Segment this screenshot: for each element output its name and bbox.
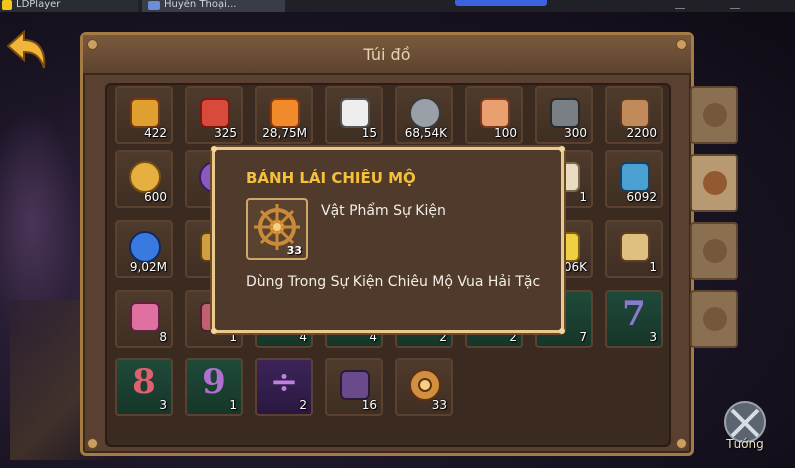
inventory-slot[interactable]: 15 bbox=[325, 86, 383, 144]
corner-ornament-icon bbox=[211, 146, 217, 152]
inventory-slot[interactable]: 83 bbox=[115, 358, 173, 416]
corner-ornament-icon bbox=[559, 146, 565, 152]
game-tab-icon bbox=[148, 1, 160, 10]
inventory-slot[interactable]: 73 bbox=[605, 290, 663, 348]
inventory-slot[interactable]: 2200 bbox=[605, 86, 663, 144]
crossed-swords-icon bbox=[703, 103, 727, 127]
corner-ornament-icon bbox=[559, 328, 565, 334]
tab-currency[interactable] bbox=[690, 290, 738, 348]
item-count: 300 bbox=[564, 126, 587, 140]
inventory-slot[interactable]: 100 bbox=[465, 86, 523, 144]
item-tooltip: BÁNH LÁI CHIÊU MỘ 33 Vật Phẩm Sự Kiện Dù… bbox=[211, 146, 565, 334]
item-count: 1 bbox=[579, 190, 587, 204]
divide-icon: ÷ bbox=[269, 362, 299, 402]
inventory-slot[interactable]: 28,75M bbox=[255, 86, 313, 144]
item-count: 68,54K bbox=[404, 126, 447, 140]
ldplayer-logo-icon bbox=[2, 0, 12, 10]
inventory-slot[interactable]: ÷ 2 bbox=[255, 358, 313, 416]
corner-ornament-icon bbox=[211, 328, 217, 334]
inventory-slot[interactable]: 9,02M bbox=[115, 220, 173, 278]
number-nine-icon: 9 bbox=[202, 362, 226, 402]
maximize-icon[interactable] bbox=[730, 0, 740, 9]
tab-fragments[interactable] bbox=[690, 222, 738, 280]
item-count: 1 bbox=[229, 398, 237, 412]
panel-title: Túi đồ bbox=[83, 35, 691, 75]
item-count: 325 bbox=[214, 126, 237, 140]
bolt-icon bbox=[87, 39, 98, 50]
inventory-slot[interactable]: 68,54K bbox=[395, 86, 453, 144]
tab-consumables[interactable] bbox=[690, 154, 738, 212]
coin-icon bbox=[703, 307, 727, 331]
item-count: 33 bbox=[431, 398, 447, 412]
item-count: 600 bbox=[144, 190, 167, 204]
item-count: 3 bbox=[159, 398, 167, 412]
inventory-slot[interactable]: 6092 bbox=[605, 150, 663, 208]
item-count: 9,02M bbox=[129, 260, 167, 274]
item-count: 100 bbox=[494, 126, 517, 140]
number-seven-icon: 7 bbox=[622, 294, 646, 334]
item-count: 8 bbox=[159, 330, 167, 344]
item-count: 2 bbox=[299, 398, 307, 412]
app-title: LDPlayer bbox=[16, 0, 61, 10]
back-arrow-icon[interactable] bbox=[4, 28, 48, 76]
item-count: 16 bbox=[361, 398, 377, 412]
item-count: 7 bbox=[579, 330, 587, 344]
tooltip-description: Dùng Trong Sự Kiện Chiêu Mộ Vua Hải Tặc bbox=[246, 274, 541, 290]
inventory-slot[interactable]: 300 bbox=[535, 86, 593, 144]
item-count: 06K bbox=[563, 260, 587, 274]
inventory-slot[interactable]: 33 bbox=[395, 358, 453, 416]
game-tab[interactable]: Huyền Thoại... bbox=[142, 0, 285, 12]
bolt-icon bbox=[87, 438, 98, 449]
inventory-slot[interactable]: 325 bbox=[185, 86, 243, 144]
inventory-slot[interactable]: 1 bbox=[605, 220, 663, 278]
item-count: 15 bbox=[361, 126, 377, 140]
inventory-slot[interactable]: 600 bbox=[115, 150, 173, 208]
tab-equipment[interactable] bbox=[690, 86, 738, 144]
puzzle-icon bbox=[703, 239, 727, 263]
potion-icon bbox=[703, 171, 727, 195]
tooltip-item-type: Vật Phẩm Sự Kiện bbox=[321, 203, 446, 219]
game-tab-label: Huyền Thoại... bbox=[164, 0, 237, 10]
inventory-slot[interactable]: 91 bbox=[185, 358, 243, 416]
tooltip-title: BÁNH LÁI CHIÊU MỘ bbox=[246, 169, 416, 187]
tooltip-item-count: 33 bbox=[286, 244, 302, 257]
window-top-bar: LDPlayer Huyền Thoại... bbox=[0, 0, 795, 12]
bolt-icon bbox=[676, 39, 687, 50]
bolt-icon bbox=[676, 438, 687, 449]
inventory-slot[interactable]: 16 bbox=[325, 358, 383, 416]
app-title-area: LDPlayer bbox=[0, 0, 138, 12]
minimize-icon[interactable] bbox=[675, 0, 685, 9]
hero-button-label: Tướng bbox=[726, 437, 764, 451]
tooltip-item-icon: 33 bbox=[246, 198, 308, 260]
number-eight-icon: 8 bbox=[132, 362, 156, 402]
item-count: 1 bbox=[649, 260, 657, 274]
item-count: 422 bbox=[144, 126, 167, 140]
toolbar-button[interactable] bbox=[455, 0, 547, 6]
item-count: 2200 bbox=[626, 126, 657, 140]
inventory-slot[interactable]: 422 bbox=[115, 86, 173, 144]
item-count: 3 bbox=[649, 330, 657, 344]
item-count: 28,75M bbox=[262, 126, 307, 140]
inventory-slot[interactable]: 8 bbox=[115, 290, 173, 348]
item-count: 6092 bbox=[626, 190, 657, 204]
